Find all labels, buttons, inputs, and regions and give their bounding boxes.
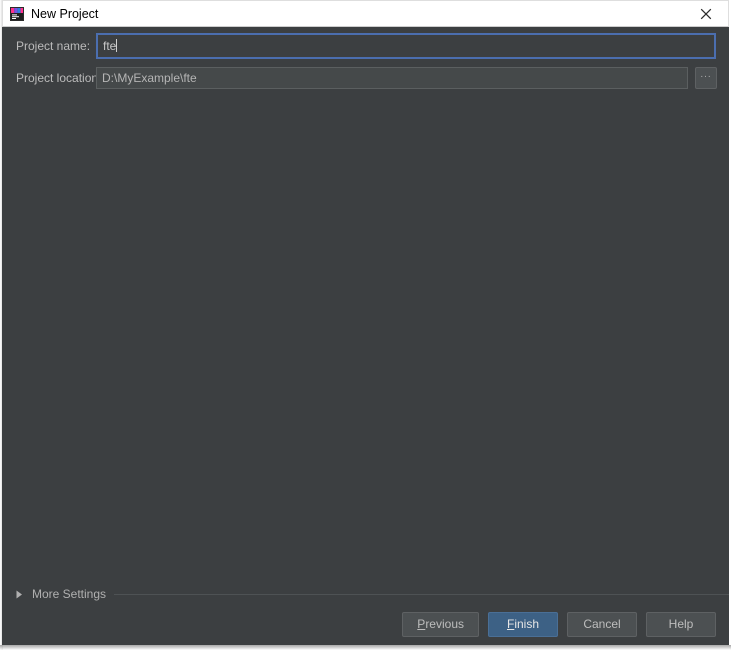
more-settings-separator [114, 593, 729, 595]
help-button[interactable]: Help [646, 611, 716, 637]
more-settings-label: More Settings [32, 587, 107, 601]
intellij-idea-icon [9, 6, 25, 22]
dialog-titlebar: New Project [2, 0, 729, 27]
previous-button[interactable]: Previous [402, 611, 479, 637]
project-name-label: Project name: [16, 39, 91, 53]
finish-button-label: inish [514, 617, 540, 631]
close-icon[interactable] [684, 1, 728, 26]
help-button-label: Help [668, 617, 694, 631]
window-shadow-bottom [0, 645, 731, 650]
dialog-button-bar: Previous Finish Cancel Help [2, 611, 729, 637]
ellipsis-icon: ... [700, 69, 712, 80]
project-name-row: Project name: fte [2, 33, 729, 59]
more-settings-toggle[interactable]: More Settings [2, 586, 729, 602]
screenshot-root: New Project Project name: fte Project lo… [0, 0, 731, 650]
triangle-right-icon [16, 589, 24, 599]
previous-button-mnemonic: P [417, 617, 426, 631]
project-location-input[interactable]: D:\MyExample\fte [96, 67, 688, 89]
browse-location-button[interactable]: ... [695, 67, 717, 89]
previous-button-label: revious [425, 617, 464, 631]
project-name-value: fte [103, 39, 117, 53]
text-caret [116, 39, 118, 52]
new-project-dialog: New Project Project name: fte Project lo… [2, 0, 729, 645]
cancel-button-label: Cancel [583, 617, 621, 631]
dialog-title: New Project [31, 6, 99, 21]
finish-button[interactable]: Finish [488, 611, 558, 637]
project-location-row: Project location: D:\MyExample\fte ... [2, 67, 729, 89]
cancel-button[interactable]: Cancel [567, 611, 637, 637]
project-name-input[interactable]: fte [96, 33, 716, 59]
project-location-value: D:\MyExample\fte [102, 71, 197, 85]
finish-button-mnemonic: F [506, 617, 515, 631]
project-location-label: Project location: [16, 71, 102, 85]
